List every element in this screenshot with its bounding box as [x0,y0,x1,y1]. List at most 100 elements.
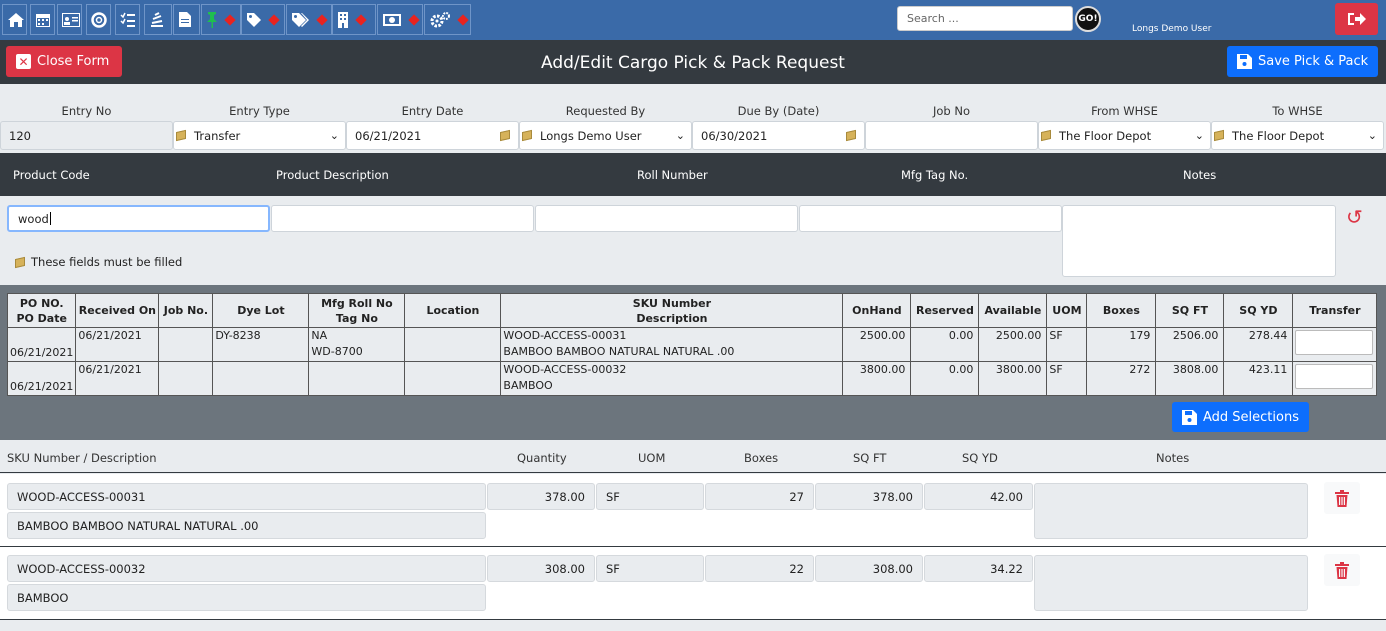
notes-field[interactable] [1034,483,1308,539]
requested-by-select[interactable]: Longs Demo User ⌄ [519,121,692,150]
trash-icon [1335,489,1349,507]
pin-icon[interactable] [201,4,241,35]
product-description-input[interactable] [271,205,534,232]
sqyd-cell: 278.44 [1223,327,1294,362]
document-icon[interactable] [173,4,200,35]
sign-out-icon [1347,13,1366,25]
stack-icon[interactable] [144,4,172,35]
trash-icon [1335,561,1349,579]
sqft-field: 308.00 [815,555,923,582]
required-flag-icon [522,129,532,142]
home-icon[interactable] [2,4,27,35]
floppy-disk-icon [1237,54,1252,69]
alert-dot [355,13,367,26]
lifebuoy-icon[interactable] [86,4,111,35]
job-no-field[interactable] [865,121,1038,150]
from-whse-label: From WHSE [1091,104,1158,118]
from-whse-select[interactable]: The Floor Depot ⌄ [1038,121,1211,150]
from-whse-value: The Floor Depot [1059,128,1152,143]
product-description-header: Product Description [276,168,389,182]
transfer-input[interactable] [1295,364,1374,389]
uom-field: SF [596,555,704,582]
alert-dot [457,13,469,26]
quantity-field[interactable]: 378.00 [487,483,595,510]
table-row[interactable]: 06/21/2021 06/21/2021 DY-8238 NA WD-8700 … [6,327,1378,362]
onhand-cell: 2500.00 [842,327,912,362]
sku-field: WOOD-ACCESS-00032 [7,555,486,582]
boxes-field[interactable]: 22 [705,555,814,582]
selection-row: WOOD-ACCESS-00031 BAMBOO BAMBOO NATURAL … [0,474,1386,547]
due-by-label: Due By (Date) [737,104,820,118]
entry-no-label: Entry No [61,104,112,118]
search-input[interactable]: Search ... [897,6,1073,31]
required-hint-text: These fields must be filled [31,255,183,269]
requested-by-label: Requested By [565,104,646,118]
entry-date-field[interactable]: 06/21/2021 [346,121,519,150]
gears-icon[interactable] [424,4,471,35]
description-field: BAMBOO [7,584,486,611]
title-bar: ✕ Close Form Add/Edit Cargo Pick & Pack … [0,40,1386,84]
uom-cell: SF [1046,361,1088,396]
to-whse-select[interactable]: The Floor Depot ⌄ [1211,121,1384,150]
required-flag-icon [176,129,186,142]
uom-cell: SF [1046,327,1088,362]
calendar-icon[interactable] [30,4,55,35]
chevron-down-icon: ⌄ [1194,129,1204,142]
alert-dot [268,13,280,26]
transfer-cell [1292,361,1378,396]
mfg-tag-input[interactable] [799,205,1062,232]
sqyd-cell: 423.11 [1223,361,1294,396]
to-whse-label: To WHSE [1272,104,1323,118]
sqyd-header: SQ YD [962,451,998,465]
received-header: Received On [75,293,160,328]
notes-field[interactable] [1034,555,1308,611]
transfer-input[interactable] [1295,330,1374,355]
entry-type-select[interactable]: Transfer ⌄ [173,121,346,150]
mfg-tag-header: Mfg Tag No. [901,168,969,182]
reserved-cell: 0.00 [910,361,980,396]
due-by-field[interactable]: 06/30/2021 [692,121,865,150]
quantity-field[interactable]: 308.00 [487,555,595,582]
selection-row: WOOD-ACCESS-00032 BAMBOO 308.00 SF 22 30… [0,547,1386,620]
mfg-roll-header: Mfg Roll No Tag No [308,293,406,328]
product-code-input[interactable]: wood [7,205,270,232]
notes-textarea[interactable] [1062,205,1336,277]
product-code-header: Product Code [13,168,90,182]
top-navbar: Search ... GO! Longs Demo User [0,0,1386,40]
product-code-value: wood [18,211,49,226]
delete-button[interactable] [1324,482,1360,514]
go-button[interactable]: GO! [1075,6,1101,32]
boxes-field[interactable]: 27 [705,483,814,510]
notes-header: Notes [1156,451,1190,465]
building-icon[interactable] [332,4,376,35]
contact-card-icon[interactable] [57,4,82,35]
required-flag-icon [1041,129,1051,142]
dye-lot-cell [212,361,310,396]
money-icon[interactable] [377,4,423,35]
delete-button[interactable] [1324,554,1360,586]
alert-dot [316,13,328,26]
reserved-cell: 0.00 [910,327,980,362]
checklist-icon[interactable] [115,4,140,35]
roll-number-header: Roll Number [637,168,708,182]
sqft-cell: 2506.00 [1155,327,1225,362]
required-hint: These fields must be filled [15,255,182,269]
roll-number-input[interactable] [535,205,798,232]
required-flag-icon [1214,129,1224,142]
save-button[interactable]: Save Pick & Pack [1227,46,1378,77]
sqft-field: 378.00 [815,483,923,510]
logout-button[interactable] [1335,3,1378,35]
sqyd-field: 34.22 [924,555,1033,582]
tags-icon[interactable] [286,4,332,35]
location-cell [404,327,502,362]
entry-date-value: 06/21/2021 [355,128,422,143]
description-field: BAMBOO BAMBOO NATURAL NATURAL .00 [7,512,486,539]
reset-icon[interactable]: ↺ [1346,205,1363,229]
boxes-header: Boxes [744,451,779,465]
tag-icon[interactable] [241,4,285,35]
dye-lot-header: Dye Lot [212,293,310,328]
add-selections-button[interactable]: Add Selections [1172,402,1309,432]
table-row[interactable]: 06/21/2021 06/21/2021 WOOD-ACCESS-00032 B… [6,361,1378,396]
entry-no-value: 120 [9,128,31,143]
alert-dot [408,13,420,26]
